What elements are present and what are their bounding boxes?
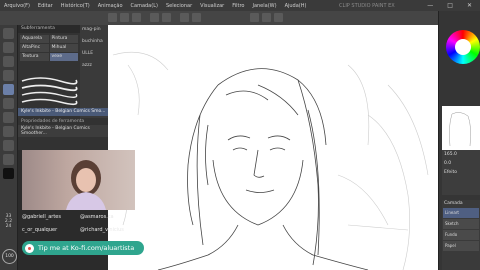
text-tool-icon[interactable] xyxy=(3,154,14,165)
kofi-text: Tip me at Ko-fi.com/aluartista xyxy=(38,244,135,252)
tool-property-name: Kyle's Inkbite - Belgian Comics Smoother… xyxy=(18,125,108,137)
selected-brush-name[interactable]: Kyle's Inkbite - Belgian Comics Smo... xyxy=(18,108,111,116)
brush-list-item[interactable]: buchinha xyxy=(80,37,108,49)
ruler-icon[interactable] xyxy=(262,13,271,22)
layer-property-panel: 165.0 0.0 Efeito xyxy=(442,150,480,195)
navigator-thumbnail xyxy=(449,112,471,147)
kofi-cup-icon xyxy=(25,243,34,253)
menu-filter[interactable]: Filtro xyxy=(228,3,248,9)
open-icon[interactable] xyxy=(120,13,129,22)
navigator-preview[interactable] xyxy=(442,106,480,150)
lineart-drawing xyxy=(112,51,429,270)
zoom-indicator[interactable]: 100 xyxy=(2,249,17,264)
brush-group[interactable]: Mihual xyxy=(49,44,78,52)
brush-list-item[interactable]: mag-pin xyxy=(80,25,108,37)
menu-history[interactable]: Histórico(T) xyxy=(57,3,94,9)
transform-icon[interactable] xyxy=(192,13,201,22)
menu-select[interactable]: Selecionar xyxy=(162,3,196,9)
brush-group[interactable]: AltaPinc xyxy=(20,44,49,52)
pen-tool-icon[interactable] xyxy=(3,84,14,95)
menu-bar: Arquivo(F) Editar Histórico(T) Animação … xyxy=(0,0,480,11)
new-icon[interactable] xyxy=(108,13,117,22)
menu-animation[interactable]: Animação xyxy=(94,3,127,9)
menu-window[interactable]: Janela(W) xyxy=(248,3,280,9)
brush-size-values: 33 2.2 24 xyxy=(0,214,17,229)
zoom-tool-icon[interactable] xyxy=(3,28,14,39)
kofi-banner[interactable]: Tip me at Ko-fi.com/aluartista xyxy=(22,241,144,255)
social-handles: @gabriell_artes @asmaros.ca c_or_qualque… xyxy=(22,214,135,240)
effect-label: Efeito xyxy=(444,170,457,175)
brush-group-grid: Aquarela Pintura AltaPinc Mihual Textura… xyxy=(18,33,80,63)
handle-text: @gabriell_artes xyxy=(22,214,61,220)
fill-tool-icon[interactable] xyxy=(3,140,14,151)
eyedropper-icon[interactable] xyxy=(3,70,14,81)
layer-row-selected[interactable]: Lineart xyxy=(443,208,479,218)
tool-property-panel: Propriedades de ferramenta Kyle's Inkbit… xyxy=(18,118,108,150)
handle-text: @richard_vinicius xyxy=(80,227,124,233)
brush-stroke-preview xyxy=(21,77,78,106)
app-title: CLIP STUDIO PAINT EX xyxy=(339,2,395,9)
brush-group[interactable]: Pintura xyxy=(49,35,78,43)
menu-file[interactable]: Arquivo(F) xyxy=(0,3,34,9)
brush-tool-icon[interactable] xyxy=(3,112,14,123)
layer-panel: Camada Lineart Sketch Fundo Papel xyxy=(442,200,480,270)
brush-list-item[interactable]: azzz xyxy=(80,61,108,73)
brush-list-item[interactable]: ULLE xyxy=(80,49,108,61)
move-tool-icon[interactable] xyxy=(3,42,14,53)
undo-icon[interactable] xyxy=(150,13,159,22)
streamer-figure xyxy=(66,160,106,210)
maximize-icon[interactable]: □ xyxy=(443,2,457,9)
brush-group-selected[interactable]: vexe xyxy=(49,53,78,61)
brush-size-value[interactable]: 24 xyxy=(0,224,17,229)
menu-help[interactable]: Ajuda(H) xyxy=(281,3,311,9)
opacity-value[interactable]: 165.0 xyxy=(442,150,480,159)
layer-panel-title: Camada xyxy=(444,201,463,206)
window-controls: — □ ✕ xyxy=(423,2,480,9)
select-tool-icon[interactable] xyxy=(3,56,14,67)
color-square[interactable] xyxy=(455,39,471,55)
layer-row[interactable]: Papel xyxy=(443,241,479,251)
menu-layer[interactable]: Camada(L) xyxy=(127,3,162,9)
handle-text: c_or_qualquer xyxy=(22,227,58,233)
minimize-icon[interactable]: — xyxy=(423,2,437,9)
brush-group[interactable]: Aquarela xyxy=(20,35,49,43)
toolbox xyxy=(0,25,18,270)
color-swatch-icon[interactable] xyxy=(3,168,14,179)
angle-value[interactable]: 0.0 xyxy=(442,159,480,168)
snap-icon[interactable] xyxy=(250,13,259,22)
eraser-tool-icon[interactable] xyxy=(3,126,14,137)
drawing-canvas[interactable] xyxy=(108,25,438,270)
clear-icon[interactable] xyxy=(180,13,189,22)
grid-icon[interactable] xyxy=(274,13,283,22)
subtool-header: Subferramenta xyxy=(18,25,80,33)
tool-property-header: Propriedades de ferramenta xyxy=(21,119,85,124)
close-icon[interactable]: ✕ xyxy=(463,2,476,9)
pencil-tool-icon[interactable] xyxy=(3,98,14,109)
handle-text: @asmaros.ca xyxy=(80,214,114,220)
save-icon[interactable] xyxy=(132,13,141,22)
menu-view[interactable]: Visualizar xyxy=(196,3,228,9)
menu-edit[interactable]: Editar xyxy=(34,3,57,9)
webcam-overlay xyxy=(22,150,135,210)
layer-row[interactable]: Sketch xyxy=(443,219,479,229)
command-bar xyxy=(0,11,480,26)
layer-row[interactable]: Fundo xyxy=(443,230,479,240)
brush-group[interactable]: Textura xyxy=(20,53,49,61)
redo-icon[interactable] xyxy=(162,13,171,22)
